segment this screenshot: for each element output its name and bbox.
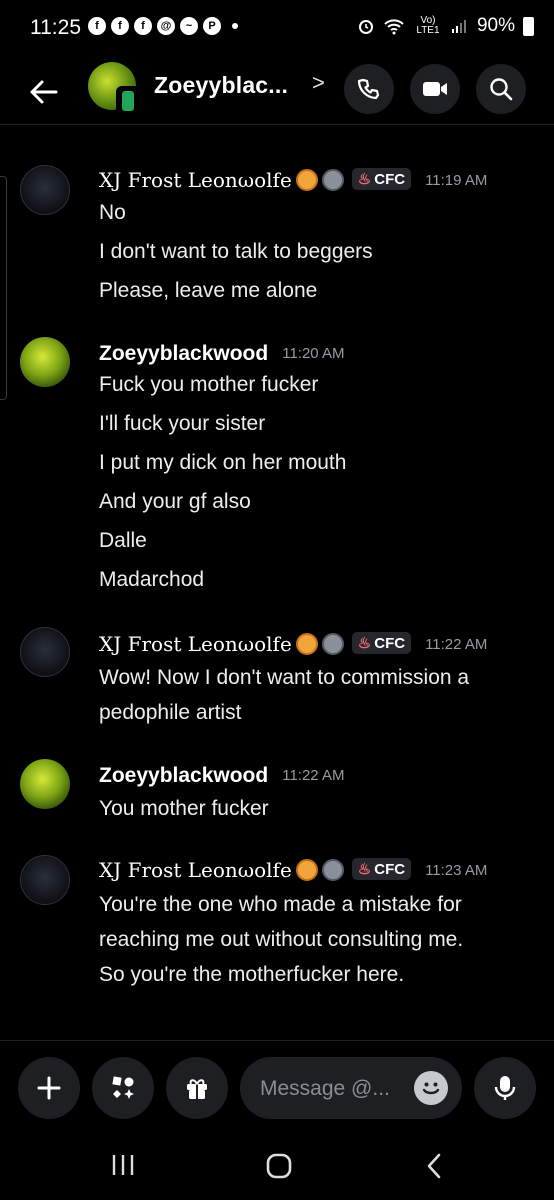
author-name[interactable]: XJ Frost Leonωolfe bbox=[99, 168, 292, 192]
clan-tag-label: CFC bbox=[374, 635, 406, 652]
status-bar: 11:25 f f f @ ~ P Vo) LTE1 90% bbox=[0, 0, 554, 56]
pinterest-icon: P bbox=[203, 17, 221, 35]
wifi-icon bbox=[384, 19, 404, 35]
avatar[interactable] bbox=[20, 759, 70, 809]
voice-message-button[interactable] bbox=[474, 1057, 536, 1119]
flame-icon: ♨ bbox=[357, 635, 372, 652]
message-line: You're the one who made a mistake for bbox=[99, 893, 462, 916]
message-timestamp: 11:20 AM bbox=[282, 345, 345, 362]
system-navigation-bar bbox=[0, 1130, 554, 1200]
clan-tag-label: CFC bbox=[374, 171, 406, 188]
message-line: reaching me out without consulting me. bbox=[99, 928, 464, 951]
status-right: Vo) LTE1 90% bbox=[357, 15, 534, 37]
message-line: Fuck you mother fucker bbox=[99, 373, 319, 396]
lion-emoji-icon bbox=[295, 169, 318, 191]
message-line: I put my dick on her mouth bbox=[99, 451, 347, 474]
avatar[interactable] bbox=[20, 627, 70, 677]
call-button[interactable] bbox=[344, 64, 394, 114]
chat-header: Zoeyyblac... > bbox=[0, 56, 554, 125]
back-nav-icon[interactable] bbox=[422, 1152, 448, 1180]
channel-title[interactable]: Zoeyyblac... bbox=[154, 72, 288, 99]
avatar[interactable] bbox=[20, 165, 70, 215]
message-composer bbox=[0, 1040, 554, 1131]
message-line: And your gf also bbox=[99, 490, 251, 513]
video-icon bbox=[423, 82, 447, 96]
message-line: Wow! Now I don't want to commission a bbox=[99, 666, 470, 689]
back-button[interactable] bbox=[22, 70, 66, 114]
clan-tag[interactable]: ♨ CFC bbox=[351, 168, 412, 190]
threads-icon: @ bbox=[157, 17, 175, 35]
author-name[interactable]: Zoeyyblackwood bbox=[99, 342, 268, 365]
message-line: I'll fuck your sister bbox=[99, 412, 266, 435]
apps-icon bbox=[112, 1076, 134, 1099]
facebook-icon: f bbox=[111, 17, 129, 35]
battery-percent: 90% bbox=[476, 15, 515, 36]
message-timestamp: 11:22 AM bbox=[425, 636, 488, 653]
add-attachment-button[interactable] bbox=[18, 1057, 80, 1119]
alarm-icon bbox=[358, 20, 373, 34]
author-name[interactable]: XJ Frost Leonωolfe bbox=[99, 632, 292, 656]
wolf-emoji-icon bbox=[321, 859, 344, 881]
clan-tag-label: CFC bbox=[374, 861, 406, 878]
wolf-emoji-icon bbox=[321, 633, 344, 655]
lion-emoji-icon bbox=[295, 633, 318, 655]
plus-icon bbox=[37, 1076, 61, 1100]
back-arrow-icon bbox=[30, 80, 58, 104]
message-line: Dalle bbox=[99, 529, 147, 552]
gift-icon bbox=[187, 1079, 207, 1099]
apps-button[interactable] bbox=[92, 1057, 154, 1119]
flame-icon: ♨ bbox=[357, 171, 372, 188]
messenger-icon: ~ bbox=[180, 17, 198, 35]
wolf-emoji-icon bbox=[321, 169, 344, 191]
search-button[interactable] bbox=[476, 64, 526, 114]
signal-icon bbox=[451, 20, 466, 33]
message-author[interactable]: XJ Frost Leonωolfe ♨ CFC 11:19 AM bbox=[99, 168, 487, 192]
recent-apps-icon[interactable] bbox=[110, 1152, 136, 1178]
message-line: So you're the motherfucker here. bbox=[99, 963, 405, 986]
message-timestamp: 11:19 AM bbox=[425, 172, 488, 189]
message-line: No bbox=[99, 201, 126, 224]
facebook-icon: f bbox=[134, 17, 152, 35]
more-notifications-icon bbox=[232, 23, 238, 29]
message-timestamp: 11:22 AM bbox=[282, 767, 345, 784]
message-line: Please, leave me alone bbox=[99, 279, 318, 302]
microphone-icon bbox=[494, 1076, 516, 1100]
emoji-smile-icon bbox=[422, 1082, 440, 1095]
video-call-button[interactable] bbox=[410, 64, 460, 114]
message-author[interactable]: XJ Frost Leonωolfe ♨ CFC 11:23 AM bbox=[99, 858, 487, 882]
scroll-edge-indicator bbox=[0, 176, 7, 400]
battery-icon bbox=[523, 16, 534, 36]
avatar[interactable] bbox=[20, 337, 70, 387]
flame-icon: ♨ bbox=[357, 861, 372, 878]
author-name[interactable]: XJ Frost Leonωolfe bbox=[99, 858, 292, 882]
clan-tag[interactable]: ♨ CFC bbox=[351, 858, 412, 880]
message-timestamp: 11:23 AM bbox=[425, 862, 488, 879]
search-icon bbox=[490, 78, 513, 101]
avatar[interactable] bbox=[20, 855, 70, 905]
message-line: pedophile artist bbox=[99, 701, 242, 724]
author-name[interactable]: Zoeyyblackwood bbox=[99, 764, 268, 787]
message-input-box[interactable] bbox=[240, 1057, 462, 1121]
emoji-picker-button[interactable] bbox=[414, 1071, 448, 1105]
message-author[interactable]: XJ Frost Leonωolfe ♨ CFC 11:22 AM bbox=[99, 632, 487, 656]
notification-icons: f f f @ ~ P bbox=[88, 17, 238, 35]
mobile-online-icon bbox=[116, 86, 140, 116]
status-time: 11:25 bbox=[30, 16, 81, 39]
network-label: Vo) LTE1 bbox=[416, 15, 440, 36]
clan-tag[interactable]: ♨ CFC bbox=[351, 632, 412, 654]
message-line: You mother fucker bbox=[99, 797, 269, 820]
message-line: Madarchod bbox=[99, 568, 205, 591]
message-author[interactable]: Zoeyyblackwood 11:20 AM bbox=[99, 342, 344, 366]
call-icon bbox=[357, 78, 380, 100]
message-input[interactable] bbox=[258, 1057, 402, 1121]
message-line: I don't want to talk to beggers bbox=[99, 240, 373, 263]
facebook-icon: f bbox=[88, 17, 106, 35]
message-author[interactable]: Zoeyyblackwood 11:22 AM bbox=[99, 764, 344, 788]
home-icon[interactable] bbox=[265, 1152, 293, 1180]
chevron-right-icon[interactable]: > bbox=[312, 70, 325, 96]
lion-emoji-icon bbox=[295, 859, 318, 881]
gift-button[interactable] bbox=[166, 1057, 228, 1119]
